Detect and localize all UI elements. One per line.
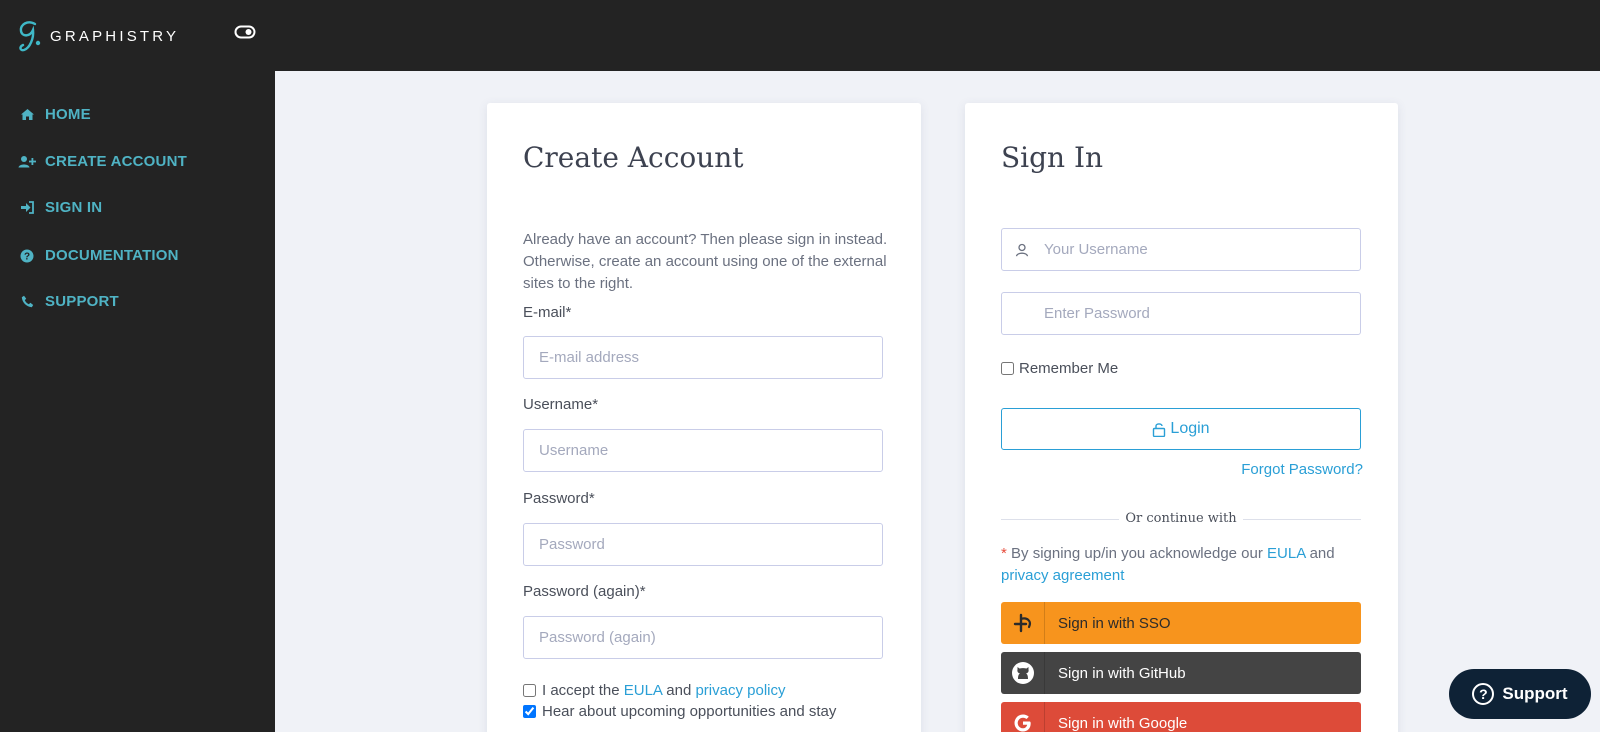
- username-field[interactable]: [523, 429, 883, 472]
- password-again-label: Password (again)*: [523, 583, 646, 600]
- graphistry-logo[interactable]: GRAPHISTRY: [16, 18, 179, 54]
- github-label: Sign in with GitHub: [1058, 664, 1186, 682]
- svg-text:?: ?: [24, 251, 30, 262]
- sidebar-item-sign-in[interactable]: SIGN IN: [18, 199, 102, 216]
- sso-signin-button[interactable]: Sign in with SSO: [1001, 602, 1361, 644]
- github-icon: [1001, 652, 1045, 694]
- eula-link[interactable]: EULA: [624, 682, 662, 699]
- username-label: Username*: [523, 396, 599, 413]
- remember-me-row: Remember Me: [1001, 360, 1118, 377]
- question-circle-icon: ?: [18, 248, 36, 264]
- accept-eula-row: I accept the EULA and privacy policy: [523, 681, 786, 701]
- create-account-title: Create Account: [523, 141, 744, 174]
- google-signin-button[interactable]: Sign in with Google: [1001, 702, 1361, 732]
- sign-in-username-input[interactable]: [1044, 229, 1354, 270]
- email-label: E-mail*: [523, 304, 572, 321]
- accept-eula-checkbox[interactable]: [523, 684, 536, 697]
- sign-in-password-field[interactable]: [1001, 292, 1361, 335]
- home-icon: [18, 107, 36, 123]
- theme-toggle-icon[interactable]: [234, 24, 256, 40]
- user-plus-icon: [18, 154, 36, 170]
- forgot-password-link[interactable]: Forgot Password?: [1241, 461, 1363, 478]
- sign-in-title: Sign In: [1001, 141, 1104, 174]
- sign-in-icon: [18, 200, 36, 216]
- ack-and: and: [1309, 545, 1335, 562]
- sidebar: HOME CREATE ACCOUNT SIGN IN ? DOCUMENTAT…: [0, 71, 275, 732]
- acknowledge-prefix: By signing up/in you acknowledge our: [1011, 545, 1263, 562]
- accept-and: and: [666, 682, 692, 699]
- sso-label: Sign in with SSO: [1058, 614, 1171, 632]
- ack-eula-link[interactable]: EULA: [1267, 545, 1305, 562]
- password-label: Password*: [523, 490, 595, 507]
- sidebar-item-home[interactable]: HOME: [18, 106, 91, 123]
- sidebar-item-label: SUPPORT: [45, 293, 119, 310]
- google-label: Sign in with Google: [1058, 714, 1188, 732]
- brand-name: GRAPHISTRY: [50, 27, 180, 45]
- sign-in-card: Sign In Remember Me Login Forgot Passwor…: [965, 103, 1398, 732]
- sidebar-item-label: DOCUMENTATION: [45, 247, 179, 264]
- required-star: *: [1001, 545, 1007, 562]
- google-icon: [1001, 702, 1045, 732]
- sidebar-item-label: CREATE ACCOUNT: [45, 153, 187, 170]
- sidebar-item-support[interactable]: SUPPORT: [18, 293, 119, 310]
- privacy-policy-link[interactable]: privacy policy: [695, 682, 785, 699]
- divider-text: Or continue with: [1125, 511, 1237, 526]
- create-account-card: Create Account Already have an account? …: [487, 103, 921, 732]
- support-button[interactable]: ? Support: [1449, 669, 1591, 719]
- or-continue-divider: Or continue with: [1001, 511, 1361, 527]
- support-label: Support: [1502, 684, 1568, 703]
- top-bar: GRAPHISTRY: [0, 0, 1600, 71]
- phone-icon: [18, 294, 36, 310]
- sidebar-item-create-account[interactable]: CREATE ACCOUNT: [18, 153, 187, 170]
- graphistry-logo-mark: [19, 21, 41, 52]
- remember-me-label: Remember Me: [1019, 360, 1119, 377]
- news-optin-row: Hear about upcoming opportunities and st…: [523, 702, 836, 722]
- sidebar-item-label: HOME: [45, 106, 91, 123]
- privacy-agreement-link[interactable]: privacy agreement: [1001, 567, 1124, 584]
- acknowledge-text: * By signing up/in you acknowledge our E…: [1001, 543, 1361, 587]
- sidebar-item-label: SIGN IN: [45, 199, 103, 216]
- create-account-intro: Already have an account? Then please sig…: [523, 231, 888, 292]
- accept-prefix: I accept the: [542, 682, 620, 699]
- sign-in-username-field[interactable]: [1001, 228, 1361, 271]
- email-field[interactable]: [523, 336, 883, 379]
- unlock-icon: [1153, 422, 1166, 437]
- news-optin-checkbox[interactable]: [523, 705, 536, 718]
- login-label: Login: [1170, 420, 1210, 437]
- user-icon: [1015, 243, 1029, 257]
- password-field[interactable]: [523, 523, 883, 566]
- login-button[interactable]: Login: [1001, 408, 1361, 450]
- password-again-field[interactable]: [523, 616, 883, 659]
- remember-me-checkbox[interactable]: [1001, 362, 1014, 375]
- sso-icon: [1001, 602, 1045, 644]
- news-optin-label: Hear about upcoming opportunities and st…: [542, 703, 837, 720]
- github-signin-button[interactable]: Sign in with GitHub: [1001, 652, 1361, 694]
- sign-in-password-input[interactable]: [1044, 293, 1354, 334]
- question-icon: ?: [1472, 683, 1495, 705]
- sidebar-item-documentation[interactable]: ? DOCUMENTATION: [18, 247, 179, 264]
